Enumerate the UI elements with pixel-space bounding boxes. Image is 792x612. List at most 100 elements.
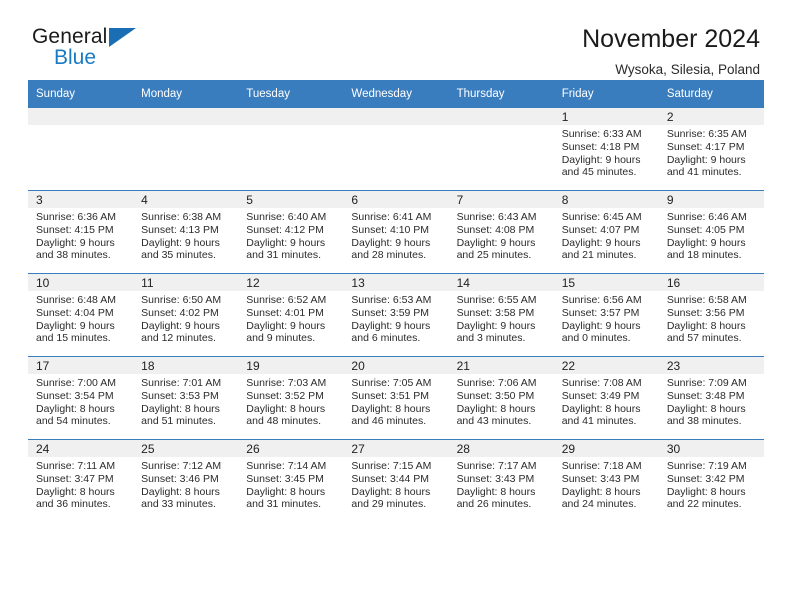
- day-details: Sunrise: 7:18 AM Sunset: 3:43 PM Daylight:…: [554, 457, 659, 511]
- sunrise-text: Sunrise: 6:41 AM: [351, 211, 432, 223]
- calendar-day-cell[interactable]: 17 Sunrise: 7:00 AM Sunset: 3:54 PM Dayligh…: [28, 356, 134, 440]
- day-details: Sunrise: 6:55 AM Sunset: 3:58 PM Daylight:…: [449, 291, 554, 345]
- sunrise-text: Sunrise: 7:06 AM: [456, 377, 537, 389]
- daylight-text-line2: and 0 minutes.: [561, 332, 631, 345]
- day-number: 4: [133, 191, 239, 208]
- day-details: Sunrise: 7:12 AM Sunset: 3:46 PM Daylight:…: [133, 457, 238, 511]
- calendar-day-cell[interactable]: 27 Sunrise: 7:15 AM Sunset: 3:44 PM Dayligh…: [343, 439, 449, 522]
- daylight-text-line1: Daylight: 8 hours: [666, 402, 746, 415]
- calendar-day-cell[interactable]: 5 Sunrise: 6:40 AM Sunset: 4:12 PM Daylight…: [238, 190, 344, 274]
- calendar-day-cell[interactable]: 19 Sunrise: 7:03 AM Sunset: 3:52 PM Dayligh…: [238, 356, 344, 440]
- daylight-text-line1: Daylight: 9 hours: [456, 236, 536, 249]
- weekday-header-friday: Friday: [553, 80, 659, 108]
- triangle-icon: [109, 28, 136, 47]
- calendar-day-cell[interactable]: 1 Sunrise: 6:33 AM Sunset: 4:18 PM Daylight…: [553, 107, 659, 191]
- daylight-text-line1: Daylight: 9 hours: [561, 236, 641, 249]
- day-details: Sunrise: 6:43 AM Sunset: 4:08 PM Daylight:…: [449, 208, 554, 262]
- calendar-day-cell[interactable]: 13 Sunrise: 6:53 AM Sunset: 3:59 PM Dayligh…: [343, 273, 449, 357]
- day-number: 27: [343, 440, 449, 457]
- day-details: Sunrise: 6:58 AM Sunset: 3:56 PM Daylight:…: [659, 291, 764, 345]
- sunrise-text: Sunrise: 6:43 AM: [456, 211, 537, 223]
- sunrise-text: Sunrise: 6:58 AM: [666, 294, 747, 306]
- daylight-text-line1: Daylight: 8 hours: [141, 402, 220, 415]
- sunrise-text: Sunrise: 7:18 AM: [561, 460, 642, 472]
- calendar-day-cell[interactable]: 22 Sunrise: 7:08 AM Sunset: 3:49 PM Dayligh…: [553, 356, 659, 440]
- daylight-text-line2: and 24 minutes.: [561, 498, 637, 511]
- sunset-text: Sunset: 3:43 PM: [456, 472, 535, 485]
- calendar-day-cell[interactable]: 24 Sunrise: 7:11 AM Sunset: 3:47 PM Dayligh…: [28, 439, 134, 522]
- calendar-day-cell[interactable]: 8 Sunrise: 6:45 AM Sunset: 4:07 PM Daylight…: [553, 190, 659, 274]
- daylight-text-line1: Daylight: 9 hours: [456, 319, 536, 332]
- day-number: [448, 108, 554, 125]
- day-details: Sunrise: 7:03 AM Sunset: 3:52 PM Daylight:…: [238, 374, 343, 428]
- calendar-day-cell[interactable]: 4 Sunrise: 6:38 AM Sunset: 4:13 PM Daylight…: [133, 190, 239, 274]
- sunset-text: Sunset: 3:45 PM: [246, 472, 324, 485]
- calendar-day-cell[interactable]: 11 Sunrise: 6:50 AM Sunset: 4:02 PM Dayligh…: [133, 273, 239, 357]
- daylight-text-line2: and 46 minutes.: [351, 415, 427, 428]
- day-details: Sunrise: 6:53 AM Sunset: 3:59 PM Daylight:…: [343, 291, 448, 345]
- calendar-day-cell[interactable]: 10 Sunrise: 6:48 AM Sunset: 4:04 PM Dayligh…: [28, 273, 134, 357]
- daylight-text-line1: Daylight: 9 hours: [246, 319, 326, 332]
- daylight-text-line2: and 26 minutes.: [456, 498, 532, 511]
- daylight-text-line1: Daylight: 9 hours: [561, 319, 641, 332]
- daylight-text-line1: Daylight: 9 hours: [351, 236, 431, 249]
- day-number: 15: [553, 274, 659, 291]
- day-number: 23: [658, 357, 764, 374]
- sunset-text: Sunset: 3:53 PM: [141, 389, 219, 402]
- calendar-day-cell[interactable]: 26 Sunrise: 7:14 AM Sunset: 3:45 PM Dayligh…: [238, 439, 344, 522]
- day-number: 26: [238, 440, 344, 457]
- calendar-day-cell[interactable]: 25 Sunrise: 7:12 AM Sunset: 3:46 PM Dayligh…: [133, 439, 239, 522]
- calendar-day-cell[interactable]: 3 Sunrise: 6:36 AM Sunset: 4:15 PM Daylight…: [28, 190, 134, 274]
- brand-name-blue: Blue: [54, 46, 97, 69]
- daylight-text-line1: Daylight: 8 hours: [456, 402, 536, 415]
- calendar-day-cell[interactable]: 30 Sunrise: 7:19 AM Sunset: 3:42 PM Dayligh…: [658, 439, 764, 522]
- sunrise-text: Sunrise: 6:56 AM: [561, 294, 642, 306]
- calendar-day-cell[interactable]: 16 Sunrise: 6:58 AM Sunset: 3:56 PM Dayligh…: [658, 273, 764, 357]
- calendar-day-cell[interactable]: 9 Sunrise: 6:46 AM Sunset: 4:05 PM Daylight…: [658, 190, 764, 274]
- sunset-text: Sunset: 4:18 PM: [561, 140, 640, 153]
- daylight-text-line2: and 3 minutes.: [456, 332, 526, 345]
- sunset-text: Sunset: 3:49 PM: [561, 389, 640, 402]
- day-number: [28, 108, 134, 125]
- calendar-cell-empty: [28, 107, 134, 191]
- calendar-day-cell[interactable]: 20 Sunrise: 7:05 AM Sunset: 3:51 PM Dayligh…: [343, 356, 449, 440]
- day-number: 24: [28, 440, 134, 457]
- calendar-day-cell[interactable]: 15 Sunrise: 6:56 AM Sunset: 3:57 PM Dayligh…: [553, 273, 659, 357]
- daylight-text-line2: and 35 minutes.: [141, 249, 216, 262]
- calendar-day-cell[interactable]: 2 Sunrise: 6:35 AM Sunset: 4:17 PM Daylight…: [658, 107, 764, 191]
- daylight-text-line2: and 41 minutes.: [561, 415, 637, 428]
- daylight-text-line1: Daylight: 8 hours: [666, 319, 746, 332]
- calendar-day-cell[interactable]: 28 Sunrise: 7:17 AM Sunset: 3:43 PM Dayligh…: [448, 439, 554, 522]
- sunset-text: Sunset: 3:59 PM: [351, 306, 430, 319]
- daylight-text-line1: Daylight: 9 hours: [246, 236, 326, 249]
- brand-logo[interactable]: General Blue: [32, 26, 232, 78]
- sunset-text: Sunset: 3:51 PM: [351, 389, 430, 402]
- calendar-day-cell[interactable]: 6 Sunrise: 6:41 AM Sunset: 4:10 PM Daylight…: [343, 190, 449, 274]
- calendar-day-cell[interactable]: 23 Sunrise: 7:09 AM Sunset: 3:48 PM Dayligh…: [658, 356, 764, 440]
- sunset-text: Sunset: 4:12 PM: [246, 223, 324, 236]
- daylight-text-line1: Daylight: 9 hours: [141, 236, 220, 249]
- calendar-day-cell[interactable]: 21 Sunrise: 7:06 AM Sunset: 3:50 PM Dayligh…: [448, 356, 554, 440]
- calendar-day-cell[interactable]: 29 Sunrise: 7:18 AM Sunset: 3:43 PM Dayligh…: [553, 439, 659, 522]
- calendar-day-cell[interactable]: 18 Sunrise: 7:01 AM Sunset: 3:53 PM Dayligh…: [133, 356, 239, 440]
- day-details: Sunrise: 6:50 AM Sunset: 4:02 PM Daylight:…: [133, 291, 238, 345]
- calendar-week-row: 17 Sunrise: 7:00 AM Sunset: 3:54 PM Dayligh…: [28, 356, 764, 440]
- calendar-grid: Sunday Monday Tuesday Wednesday Thursday…: [28, 80, 764, 522]
- day-number: 30: [658, 440, 764, 457]
- day-number: 13: [343, 274, 449, 291]
- daylight-text-line1: Daylight: 9 hours: [666, 236, 746, 249]
- day-number: [133, 108, 239, 125]
- day-number: 2: [658, 108, 764, 125]
- day-details: Sunrise: 7:15 AM Sunset: 3:44 PM Daylight:…: [343, 457, 448, 511]
- sunset-text: Sunset: 3:58 PM: [456, 306, 535, 319]
- daylight-text-line2: and 36 minutes.: [36, 498, 111, 511]
- sunrise-text: Sunrise: 6:55 AM: [456, 294, 537, 306]
- daylight-text-line1: Daylight: 9 hours: [36, 236, 115, 249]
- calendar-day-cell[interactable]: 7 Sunrise: 6:43 AM Sunset: 4:08 PM Daylight…: [448, 190, 554, 274]
- day-details: Sunrise: 7:19 AM Sunset: 3:42 PM Daylight:…: [659, 457, 764, 511]
- weekday-header-sunday: Sunday: [28, 80, 134, 108]
- calendar-page: General Blue November 2024 Wysoka, Siles…: [0, 0, 792, 612]
- calendar-day-cell[interactable]: 12 Sunrise: 6:52 AM Sunset: 4:01 PM Dayligh…: [238, 273, 344, 357]
- daylight-text-line1: Daylight: 8 hours: [351, 402, 431, 415]
- calendar-day-cell[interactable]: 14 Sunrise: 6:55 AM Sunset: 3:58 PM Dayligh…: [448, 273, 554, 357]
